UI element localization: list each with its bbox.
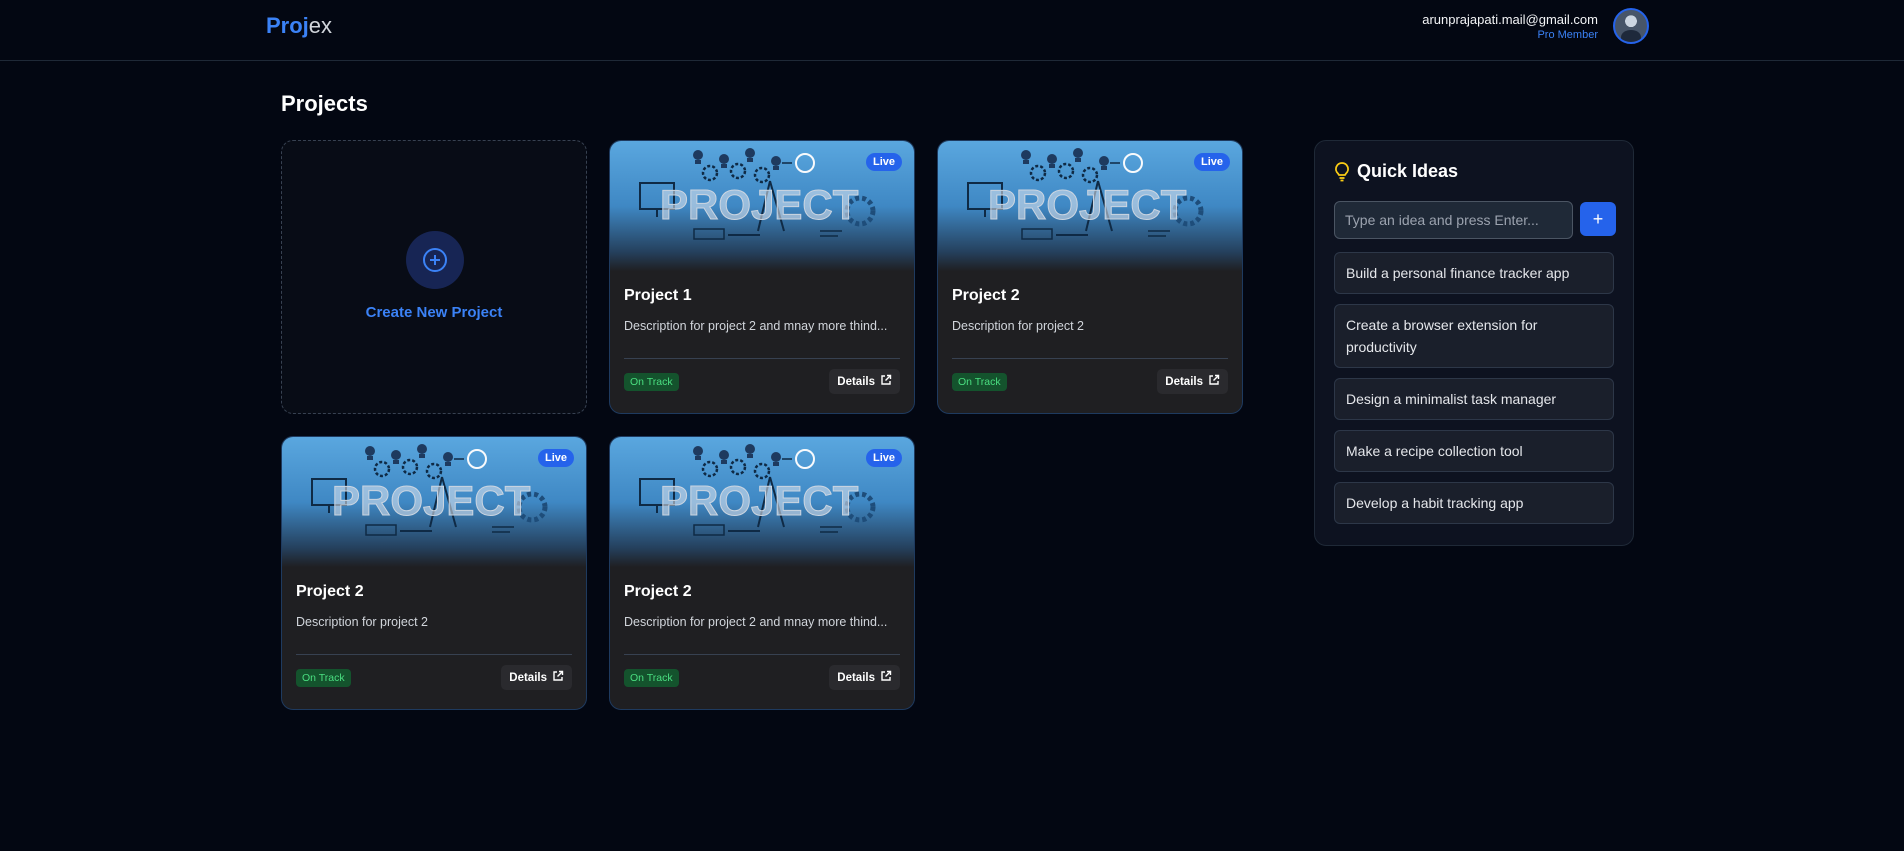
external-link-icon — [552, 670, 564, 685]
plus-circle-icon — [406, 231, 464, 289]
external-link-icon — [880, 374, 892, 389]
status-badge: On Track — [624, 373, 679, 391]
card-divider — [624, 358, 900, 359]
details-button[interactable]: Details — [829, 369, 900, 394]
idea-input[interactable] — [1334, 201, 1573, 239]
user-email: arunprajapati.mail@gmail.com — [1422, 12, 1598, 27]
project-card[interactable]: PROJECT Live Project 1 Description for p… — [609, 140, 915, 414]
page-title: Projects — [281, 91, 368, 116]
project-title: Project 2 — [296, 583, 364, 600]
avatar[interactable] — [1613, 8, 1649, 44]
card-divider — [624, 654, 900, 655]
create-project-card[interactable]: Create New Project — [281, 140, 587, 414]
idea-item[interactable]: Design a minimalist task manager — [1334, 378, 1614, 420]
status-badge: On Track — [296, 669, 351, 687]
svg-text:PROJECT: PROJECT — [332, 477, 531, 524]
svg-text:PROJECT: PROJECT — [660, 181, 859, 228]
project-card[interactable]: PROJECT Live Project 2 Description for p… — [609, 436, 915, 710]
project-card[interactable]: PROJECT Live Project 2 Description for p… — [281, 436, 587, 710]
status-badge: On Track — [952, 373, 1007, 391]
lightbulb-icon — [1335, 161, 1349, 181]
external-link-icon — [1208, 374, 1220, 389]
quick-ideas-panel: Quick Ideas + Build a personal finance t… — [1314, 140, 1634, 546]
card-divider — [296, 654, 572, 655]
quick-ideas-title: Quick Ideas — [1357, 161, 1459, 181]
app-logo[interactable]: Projex — [266, 13, 332, 39]
live-badge: Live — [865, 153, 902, 171]
create-project-label: Create New Project — [365, 304, 503, 321]
quick-ideas-header: Quick Ideas — [1335, 161, 1458, 182]
status-badge: On Track — [624, 669, 679, 687]
live-badge: Live — [1193, 153, 1230, 171]
svg-text:PROJECT: PROJECT — [660, 477, 859, 524]
project-description: Description for project 2 — [296, 615, 429, 629]
idea-item[interactable]: Make a recipe collection tool — [1334, 430, 1614, 472]
details-button[interactable]: Details — [829, 665, 900, 690]
project-card[interactable]: PROJECT Live Project 2 Description for p… — [937, 140, 1243, 414]
user-role: Pro Member — [1537, 29, 1598, 41]
idea-item[interactable]: Build a personal finance tracker app — [1334, 252, 1614, 294]
external-link-icon — [880, 670, 892, 685]
card-divider — [952, 358, 1228, 359]
svg-text:PROJECT: PROJECT — [988, 181, 1187, 228]
project-description: Description for project 2 — [952, 319, 1085, 333]
project-description: Description for project 2 and mnay more … — [624, 615, 888, 629]
project-title: Project 2 — [952, 287, 1020, 304]
details-button[interactable]: Details — [1157, 369, 1228, 394]
details-button[interactable]: Details — [501, 665, 572, 690]
add-idea-button[interactable]: + — [1580, 202, 1616, 236]
project-description: Description for project 2 and mnay more … — [624, 319, 888, 333]
idea-item[interactable]: Develop a habit tracking app — [1334, 482, 1614, 524]
project-title: Project 2 — [624, 583, 692, 600]
top-navbar: Projex arunprajapati.mail@gmail.com Pro … — [0, 0, 1904, 61]
project-title: Project 1 — [624, 287, 692, 304]
idea-item[interactable]: Create a browser extension for productiv… — [1334, 304, 1614, 368]
user-info: arunprajapati.mail@gmail.com Pro Member — [1422, 12, 1598, 42]
live-badge: Live — [537, 449, 574, 467]
live-badge: Live — [865, 449, 902, 467]
